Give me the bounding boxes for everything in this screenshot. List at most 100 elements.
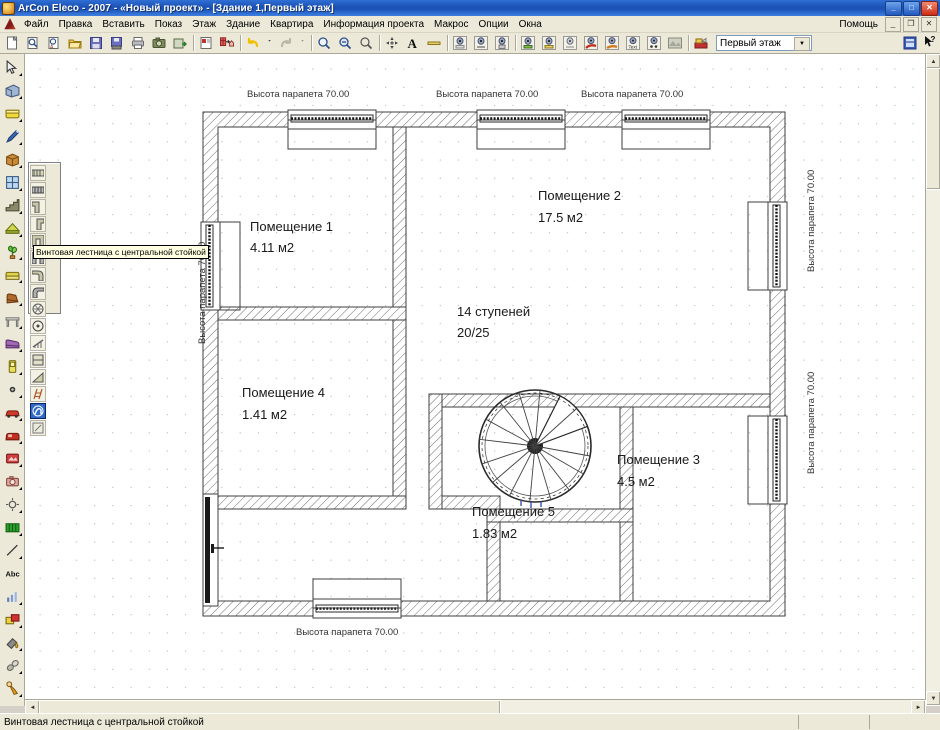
menu-item-view[interactable]: Показ — [150, 18, 187, 31]
new-icon[interactable] — [2, 33, 22, 53]
menu-item-windows[interactable]: Окна — [514, 18, 547, 31]
measure-icon[interactable] — [1, 585, 24, 607]
car-icon[interactable] — [1, 401, 24, 423]
redo-icon[interactable] — [276, 33, 296, 53]
terrain-icon[interactable] — [1, 516, 24, 538]
plan-canvas[interactable]: Высота парапета 70.00 Высота парапета 70… — [25, 54, 926, 706]
view2-icon[interactable] — [471, 33, 491, 53]
table-icon[interactable] — [1, 309, 24, 331]
undo-icon[interactable] — [243, 33, 263, 53]
export-icon[interactable] — [170, 33, 190, 53]
wall-icon[interactable] — [1, 79, 24, 101]
print-icon[interactable] — [128, 33, 148, 53]
vertical-scroll-thumb[interactable] — [926, 68, 940, 190]
sun-icon[interactable] — [1, 493, 24, 515]
dimension-icon[interactable] — [424, 33, 444, 53]
close-button[interactable]: ✕ — [921, 0, 938, 16]
menu-item-building[interactable]: Здание — [221, 18, 265, 31]
view-people-icon[interactable] — [644, 33, 664, 53]
view8-icon[interactable] — [602, 33, 622, 53]
menu-item-help[interactable]: Помощь — [834, 18, 883, 31]
menu-item-insert[interactable]: Вставить — [97, 18, 149, 31]
undo-menu-icon[interactable] — [264, 33, 275, 53]
column-icon[interactable] — [1, 148, 24, 170]
stair-ladder-icon[interactable] — [30, 386, 46, 402]
page-setup-icon[interactable] — [196, 33, 216, 53]
floor-select[interactable]: Первый этаж ▼ — [716, 35, 812, 51]
chevron-down-icon[interactable]: ▼ — [794, 37, 810, 51]
stair-railing-icon[interactable] — [30, 335, 46, 351]
minimize-button[interactable]: _ — [885, 0, 902, 16]
stair-spiral-2-icon[interactable] — [30, 318, 46, 334]
view4-icon[interactable] — [518, 33, 538, 53]
light-icon[interactable] — [1, 378, 24, 400]
view6-icon[interactable] — [560, 33, 580, 53]
menu-item-floor[interactable]: Этаж — [187, 18, 221, 31]
scroll-up-button[interactable]: ▲ — [926, 54, 940, 69]
photo-icon[interactable] — [149, 33, 169, 53]
menu-item-edit[interactable]: Правка — [54, 18, 98, 31]
redo-menu-icon[interactable] — [297, 33, 308, 53]
stair-l-right-icon[interactable] — [30, 216, 46, 232]
menu-item-macro[interactable]: Макрос — [429, 18, 474, 31]
stair-winder-icon[interactable] — [30, 267, 46, 283]
stair-winder-2-icon[interactable] — [30, 284, 46, 300]
bed-icon[interactable] — [1, 332, 24, 354]
zoom-out-icon[interactable] — [335, 33, 355, 53]
stair-l-left-icon[interactable] — [30, 199, 46, 215]
line-icon[interactable] — [1, 539, 24, 561]
pen-icon[interactable] — [1, 125, 24, 147]
stair-spiral-center-post-icon[interactable] — [30, 403, 46, 419]
menu-item-apartment[interactable]: Квартира — [265, 18, 318, 31]
mdi-restore-button[interactable]: ❐ — [903, 16, 919, 32]
scroll-down-button[interactable]: ▼ — [926, 691, 940, 706]
appliance-icon[interactable] — [1, 355, 24, 377]
bulb-icon[interactable] — [1, 677, 24, 699]
view3-icon[interactable] — [492, 33, 512, 53]
menu-item-file[interactable]: Файл — [19, 18, 54, 31]
plan-to-3d-icon[interactable] — [217, 33, 237, 53]
maximize-button[interactable]: □ — [903, 0, 920, 16]
floor-icon[interactable] — [691, 33, 711, 53]
vertical-scrollbar[interactable]: ▲ ▼ — [925, 54, 940, 706]
material-icon[interactable] — [1, 608, 24, 630]
sofa-icon[interactable] — [1, 263, 24, 285]
eraser-icon[interactable] — [1, 654, 24, 676]
save-as-icon[interactable] — [107, 33, 127, 53]
open-project-icon[interactable]: A — [44, 33, 64, 53]
zoom-window-icon[interactable] — [356, 33, 376, 53]
stair-custom-icon[interactable] — [30, 420, 46, 436]
folder-open-icon[interactable] — [65, 33, 85, 53]
select-arrow-icon[interactable] — [1, 56, 24, 78]
stair-ramp-icon[interactable] — [30, 369, 46, 385]
calendar-icon[interactable] — [900, 33, 920, 53]
view1-icon[interactable] — [450, 33, 470, 53]
pan-icon[interactable] — [382, 33, 402, 53]
open-icon[interactable] — [23, 33, 43, 53]
view-render-icon[interactable] — [665, 33, 685, 53]
view-text-icon[interactable]: Text — [623, 33, 643, 53]
plant-icon[interactable] — [1, 240, 24, 262]
horizontal-scrollbar[interactable]: ◄ ► — [25, 699, 926, 715]
vehicle-icon[interactable] — [1, 424, 24, 446]
menu-item-project-info[interactable]: Информация проекта — [318, 18, 429, 31]
stair-spiral-icon[interactable] — [30, 301, 46, 317]
mdi-close-button[interactable]: ✕ — [921, 16, 937, 32]
stair-straight-2-icon[interactable] — [30, 182, 46, 198]
stair-straight-icon[interactable] — [30, 165, 46, 181]
save-icon[interactable] — [86, 33, 106, 53]
view7-icon[interactable] — [581, 33, 601, 53]
help-pointer-icon[interactable]: ? — [924, 35, 936, 51]
paint-icon[interactable] — [1, 631, 24, 653]
text-icon[interactable]: A — [403, 33, 423, 53]
window-icon[interactable] — [1, 171, 24, 193]
stairs-palette[interactable] — [28, 162, 61, 436]
stair-landing-icon[interactable] — [30, 352, 46, 368]
camera-icon[interactable] — [1, 470, 24, 492]
menu-item-options[interactable]: Опции — [474, 18, 514, 31]
zoom-in-icon[interactable] — [314, 33, 334, 53]
room-icon[interactable] — [1, 102, 24, 124]
view5-icon[interactable] — [539, 33, 559, 53]
armchair-icon[interactable] — [1, 286, 24, 308]
decor-icon[interactable] — [1, 447, 24, 469]
